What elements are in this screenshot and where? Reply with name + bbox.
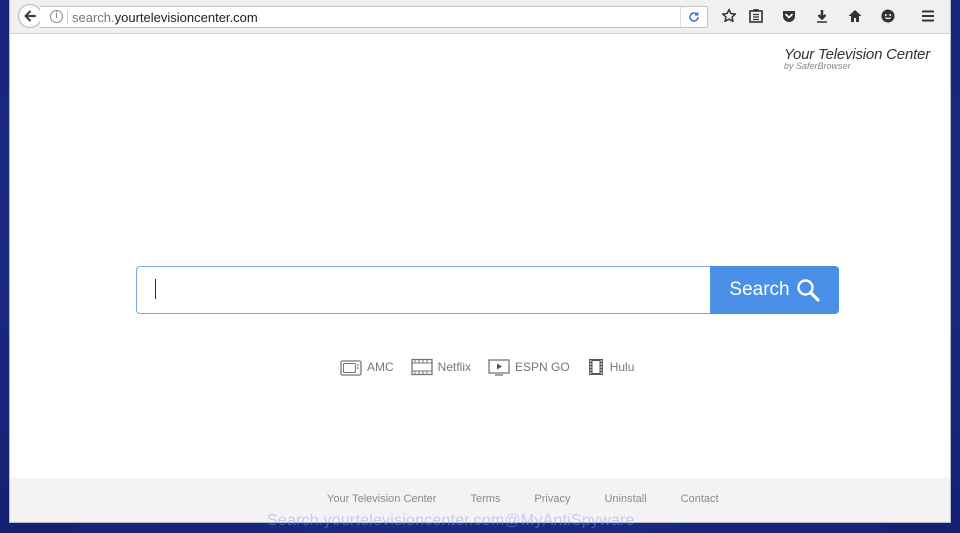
footer-link-terms[interactable]: Terms: [470, 493, 500, 505]
info-icon[interactable]: i: [50, 10, 63, 23]
hamburger-menu-icon[interactable]: [919, 7, 937, 25]
back-button[interactable]: [18, 4, 42, 28]
browser-window: i search.yourtelevisioncenter.com Your T…: [10, 0, 950, 522]
reading-list-icon[interactable]: [747, 7, 765, 25]
brand-logo: Your Television Center by SaferBrowser: [784, 46, 930, 71]
quick-link-espn-go[interactable]: ESPN GO: [488, 358, 570, 376]
quick-link-amc[interactable]: AMC: [340, 358, 394, 376]
footer-link-uninstall[interactable]: Uninstall: [604, 493, 646, 505]
search-button-label: Search: [729, 279, 790, 300]
play-screen-icon: [488, 359, 510, 376]
search-input[interactable]: [136, 266, 711, 314]
reload-icon: [689, 12, 699, 22]
film-reel-icon: [588, 359, 603, 375]
quick-links: AMC Netflix ESPN GO Hulu: [340, 358, 634, 376]
quick-link-label: Hulu: [609, 360, 635, 374]
url-prefix: search.: [72, 10, 115, 25]
film-strip-icon: [411, 358, 433, 376]
footer-links: Your Television Center Terms Privacy Uni…: [327, 493, 719, 505]
footer-link-privacy[interactable]: Privacy: [534, 493, 570, 505]
footer-link-contact[interactable]: Contact: [681, 493, 719, 505]
browser-toolbar: i search.yourtelevisioncenter.com: [10, 0, 950, 34]
search-icon: [796, 279, 820, 302]
back-arrow-icon: [24, 10, 37, 22]
footer-link-home[interactable]: Your Television Center: [327, 493, 436, 505]
url-text: search.yourtelevisioncenter.com: [72, 10, 258, 25]
quick-link-label: AMC: [367, 360, 394, 374]
watermark-text: Search.yourtelevisioncenter.com@MyAntiSp…: [267, 512, 635, 529]
download-icon[interactable]: [813, 7, 831, 25]
quick-link-hulu[interactable]: Hulu: [587, 358, 635, 376]
text-caret: [155, 279, 156, 299]
bookmark-star-icon[interactable]: [720, 7, 738, 25]
search-button[interactable]: Search: [710, 266, 839, 314]
address-bar[interactable]: i search.yourtelevisioncenter.com: [40, 6, 708, 28]
pocket-icon[interactable]: [780, 7, 798, 25]
chat-smiley-icon[interactable]: [879, 7, 897, 25]
urlbar-separator: [67, 11, 68, 24]
quick-link-label: Netflix: [437, 360, 472, 374]
quick-link-netflix[interactable]: Netflix: [411, 358, 471, 376]
quick-link-label: ESPN GO: [515, 360, 570, 374]
url-domain: yourtelevisioncenter.com: [114, 10, 258, 25]
reload-button[interactable]: [680, 7, 707, 27]
tv-icon: [340, 360, 362, 376]
home-icon[interactable]: [846, 7, 864, 25]
